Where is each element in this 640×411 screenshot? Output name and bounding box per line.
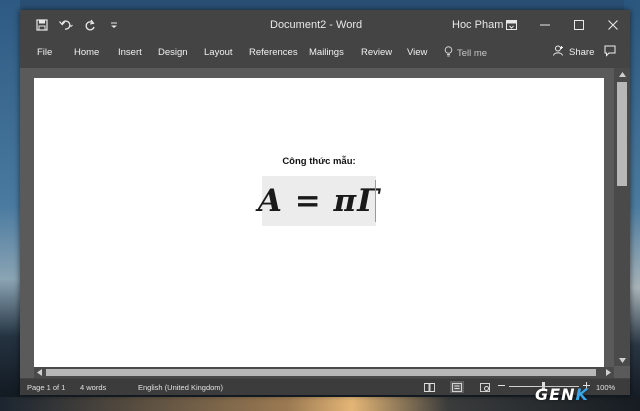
undo-icon[interactable] [58, 17, 73, 32]
horizontal-scrollbar[interactable] [34, 367, 614, 378]
tab-file[interactable]: File [37, 47, 52, 58]
zoom-percent[interactable]: 100% [596, 383, 615, 392]
equation-box[interactable]: A = πΓ [258, 176, 379, 226]
comment-icon[interactable] [604, 45, 616, 60]
scroll-right-icon[interactable] [604, 368, 613, 377]
window-title: Document2 - Word [270, 19, 363, 31]
quick-access-toolbar [34, 17, 121, 32]
language[interactable]: English (United Kingdom) [138, 383, 223, 392]
watermark-main: GEN [535, 385, 576, 404]
share-label: Share [569, 46, 595, 58]
save-icon[interactable] [34, 17, 49, 32]
tab-design[interactable]: Design [158, 47, 188, 58]
tab-insert[interactable]: Insert [118, 47, 142, 58]
tell-me-label: Tell me [457, 47, 488, 59]
scroll-down-icon[interactable] [617, 355, 627, 365]
lightbulb-icon [444, 46, 453, 60]
customize-icon[interactable] [106, 17, 121, 32]
vertical-scrollbar[interactable] [614, 68, 630, 366]
tab-view[interactable]: View [407, 47, 427, 58]
desktop-background-left [0, 0, 20, 411]
equation-text[interactable]: A = πΓ [258, 183, 380, 219]
word-window: Document2 - Word Hoc Pham File Home Inse… [20, 10, 630, 395]
document-area: Công thức mẫu: A = πΓ [20, 68, 630, 378]
tab-home[interactable]: Home [74, 47, 99, 58]
view-buttons [422, 381, 492, 393]
equation-cursor [375, 180, 376, 222]
title-bar: Document2 - Word Hoc Pham [20, 10, 630, 40]
minimize-icon[interactable] [528, 10, 562, 40]
ribbon-display-icon[interactable] [494, 10, 528, 40]
horizontal-scroll-thumb[interactable] [46, 369, 596, 376]
ribbon-tabs: File Home Insert Design Layout Reference… [20, 40, 630, 66]
zoom-out-icon[interactable] [498, 382, 505, 391]
window-controls [494, 10, 630, 40]
document-page[interactable]: Công thức mẫu: A = πΓ [34, 78, 604, 378]
genk-watermark-logo: GENK [535, 385, 589, 404]
tab-review[interactable]: Review [361, 47, 392, 58]
vertical-scroll-thumb[interactable] [617, 82, 627, 186]
scroll-left-icon[interactable] [35, 368, 44, 377]
tab-layout[interactable]: Layout [204, 47, 233, 58]
document-heading[interactable]: Công thức mẫu: [34, 156, 604, 167]
watermark-accent: K [575, 385, 589, 404]
tab-mailings[interactable]: Mailings [309, 47, 344, 58]
web-layout-icon[interactable] [478, 381, 492, 393]
redo-icon[interactable] [82, 17, 97, 32]
read-mode-icon[interactable] [422, 381, 436, 393]
scroll-up-icon[interactable] [617, 69, 627, 79]
share-button[interactable]: Share [553, 45, 594, 59]
maximize-icon[interactable] [562, 10, 596, 40]
page-count[interactable]: Page 1 of 1 [27, 383, 65, 392]
word-count[interactable]: 4 words [80, 383, 106, 392]
tell-me-box[interactable]: Tell me [444, 46, 487, 60]
person-icon [553, 45, 564, 59]
close-icon[interactable] [596, 10, 630, 40]
tab-references[interactable]: References [249, 47, 298, 58]
print-layout-icon[interactable] [450, 381, 464, 393]
